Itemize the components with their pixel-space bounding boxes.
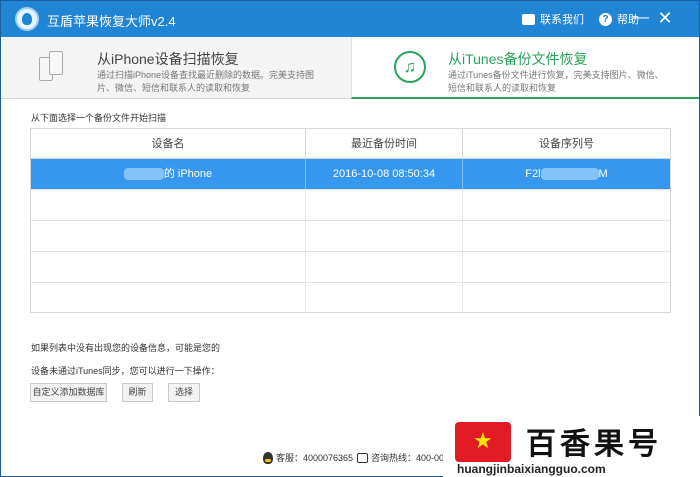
select-backup-hint: 从下面选择一个备份文件开始扫描	[31, 113, 167, 123]
empty-cell	[306, 283, 463, 313]
chat-icon	[522, 13, 535, 25]
table-row[interactable]: 的 iPhone 2016-10-08 08:50:34 F2l M	[31, 159, 670, 190]
contact-us-button[interactable]: 联系我们	[522, 11, 584, 27]
phone-icon	[37, 49, 67, 85]
empty-cell	[31, 221, 306, 251]
customer-service-label: 客服：4000076365	[276, 453, 354, 463]
customer-service[interactable]: 客服：4000076365	[263, 451, 353, 464]
watermark-name: 百香果号	[526, 428, 662, 461]
contact-us-label: 联系我们	[540, 14, 584, 26]
hotline-icon	[357, 452, 368, 463]
tab-itunes-backup-title: 从iTunes备份文件恢复	[448, 51, 588, 67]
column-backup-time[interactable]: 最近备份时间	[306, 129, 463, 159]
select-button[interactable]: 选择	[168, 383, 200, 402]
device-name-suffix: 的 iPhone	[163, 168, 213, 180]
empty-cell	[306, 221, 463, 251]
empty-cell	[31, 190, 306, 220]
title-bar[interactable]: 互盾苹果恢复大师v2.4 联系我们 ? 帮助 — ✕	[1, 1, 699, 37]
backup-time-cell: 2016-10-08 08:50:34	[306, 159, 463, 189]
empty-cell	[463, 283, 670, 313]
tab-itunes-backup[interactable]: ♫ 从iTunes备份文件恢复 通过iTunes备份文件进行恢复，完美支持图片、…	[351, 37, 699, 99]
empty-cell	[463, 221, 670, 251]
redacted-block	[123, 168, 164, 181]
backup-table: 设备名 最近备份时间 设备序列号 的 iPhone 2016-10-08 08:…	[30, 128, 671, 313]
device-missing-note: 如果列表中没有出现您的设备信息，可能是您的	[31, 343, 221, 353]
tab-scan-device-desc: 通过扫描iPhone设备查找最近删除的数据。完美支持图片、微信、短信和联系人的读…	[97, 70, 315, 93]
empty-cell	[463, 252, 670, 282]
serial-prefix: F2l	[525, 168, 541, 180]
redacted-block	[540, 168, 599, 181]
table-header: 设备名 最近备份时间 设备序列号	[31, 129, 670, 159]
app-window: 互盾苹果恢复大师v2.4 联系我们 ? 帮助 — ✕ 从iPhone设备扫描恢复…	[0, 0, 700, 477]
refresh-button[interactable]: 刷新	[122, 383, 153, 402]
custom-add-database-button[interactable]: 自定义添加数据库	[30, 383, 107, 402]
column-device-name[interactable]: 设备名	[31, 129, 306, 159]
itunes-sync-note: 设备未通过iTunes同步，您可以进行一下操作：	[31, 366, 220, 376]
mode-tabs: 从iPhone设备扫描恢复 通过扫描iPhone设备查找最近删除的数据。完美支持…	[1, 37, 699, 99]
serial-cell: F2l M	[463, 159, 670, 189]
minimize-button[interactable]: —	[633, 9, 649, 27]
table-row[interactable]	[31, 283, 670, 314]
app-title: 互盾苹果恢复大师v2.4	[47, 14, 176, 29]
music-note-icon: ♫	[394, 51, 426, 83]
table-row[interactable]	[31, 190, 670, 221]
tab-scan-device-title: 从iPhone设备扫描恢复	[97, 51, 239, 67]
table-row[interactable]	[31, 252, 670, 283]
watermark: 百香果号 huangjinbaixiangguo.com	[443, 416, 700, 477]
watermark-url: huangjinbaixiangguo.com	[457, 462, 606, 476]
empty-cell	[31, 252, 306, 282]
help-icon: ?	[599, 12, 612, 26]
watermark-logo-icon	[455, 422, 511, 462]
serial-suffix: M	[598, 168, 608, 180]
app-logo-icon	[15, 7, 39, 31]
empty-cell	[463, 190, 670, 220]
close-button[interactable]: ✕	[657, 9, 673, 27]
device-name-cell: 的 iPhone	[31, 159, 306, 189]
tab-itunes-backup-desc: 通过iTunes备份文件进行恢复，完美支持图片、微信、短信和联系人的读取和恢复	[448, 70, 664, 93]
table-row[interactable]	[31, 221, 670, 252]
empty-cell	[306, 252, 463, 282]
qq-icon	[263, 451, 273, 464]
empty-cell	[306, 190, 463, 220]
column-serial[interactable]: 设备序列号	[463, 129, 670, 159]
tab-scan-device[interactable]: 从iPhone设备扫描恢复 通过扫描iPhone设备查找最近删除的数据。完美支持…	[1, 37, 351, 99]
empty-cell	[31, 283, 306, 313]
